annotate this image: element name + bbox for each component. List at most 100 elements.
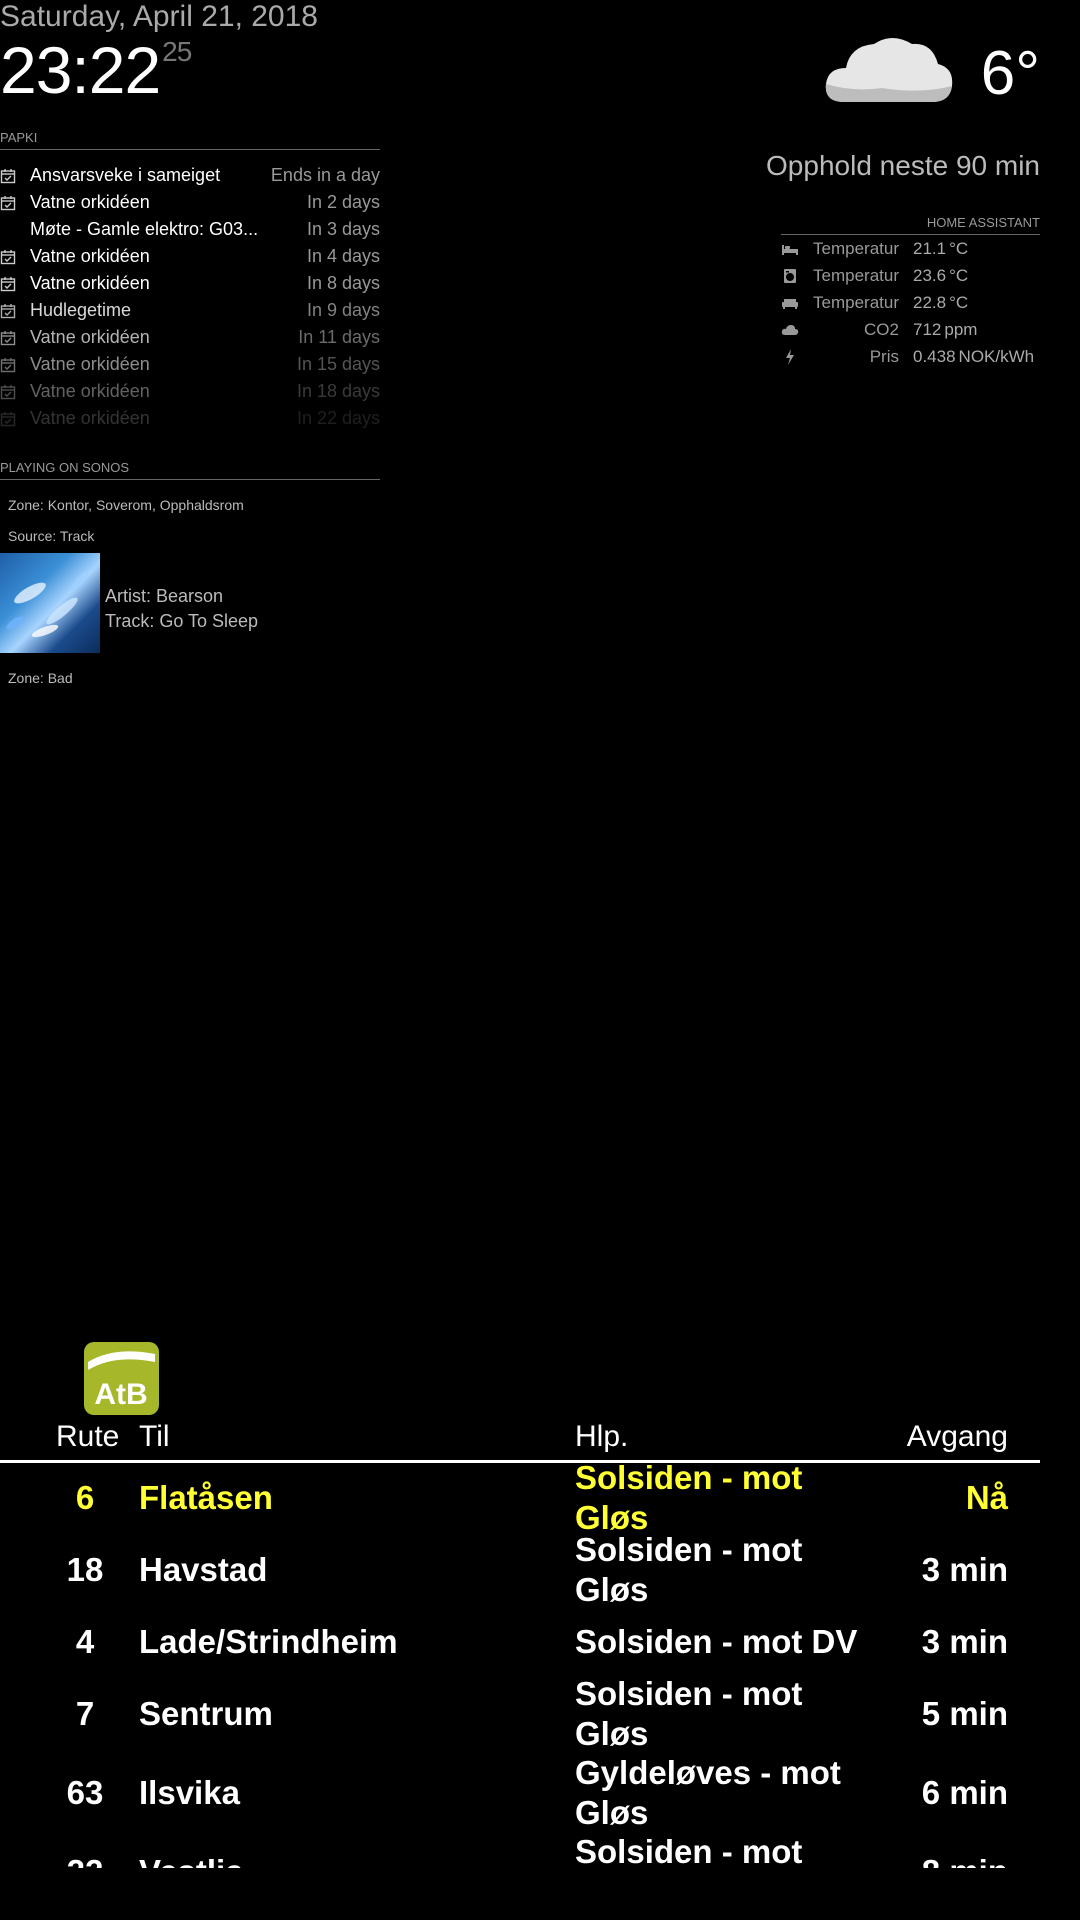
departure-stop: Solsiden - mot Gløs <box>575 1833 803 1868</box>
sensor-label: Temperatur <box>813 292 899 312</box>
calendar-list: Ansvarsveke i sameiget Ends in a day Vatne… <box>0 162 380 432</box>
departure-route: 18 <box>66 1551 104 1588</box>
departure-destination: Ilsvika <box>139 1774 240 1811</box>
departure-destination: Vestlia <box>139 1853 244 1868</box>
sensor-label: CO2 <box>864 319 899 339</box>
departure-stop: Solsiden - mot Gløs <box>575 1462 803 1536</box>
departure-row: 7 Sentrum Solsiden - mot Gløs 5 min <box>0 1675 1040 1752</box>
bed-icon <box>781 241 799 257</box>
departure-time: 6 min <box>921 1774 1008 1811</box>
header-destination: Til <box>139 1420 170 1453</box>
calendar-event-title: Vatne orkidéen <box>30 246 150 266</box>
departure-row: 22 Vestlia Solsiden - mot Gløs 8 min <box>0 1833 1040 1868</box>
departure-time: 3 min <box>921 1623 1008 1660</box>
calendar-event: Hudlegetime In 9 days <box>0 297 380 324</box>
calendar-event-time: In 15 days <box>296 354 380 374</box>
sensor-label: Pris <box>869 346 899 366</box>
departure-row: 6 Flatåsen Solsiden - mot Gløs Nå <box>0 1462 1040 1536</box>
departure-stop: Solsiden - mot Gløs <box>575 1531 803 1608</box>
calendar-event: Vatne orkidéen In 22 days <box>0 405 380 432</box>
departure-destination: Lade/Strindheim <box>139 1623 398 1660</box>
calendar-check-icon <box>0 276 16 292</box>
calendar-check-icon <box>0 357 16 373</box>
departure-table-header: Rute Til Hlp. Avgang <box>0 1420 1040 1463</box>
departure-time: 8 min <box>922 1853 1008 1868</box>
departure-row: 4 Lade/Strindheim Solsiden - mot DV 3 min <box>0 1606 1040 1678</box>
departure-destination: Sentrum <box>139 1695 273 1732</box>
sensor-unit: ppm <box>944 319 978 339</box>
home-assistant-sensors: Temperatur 21.1 °C Temperatur 23.6 °C Temperat… <box>781 235 1040 370</box>
atb-logo: AtB <box>84 1342 159 1415</box>
calendar-event-time: In 18 days <box>296 381 380 401</box>
calendar-check-icon <box>0 168 16 184</box>
sensor-unit: °C <box>949 292 969 312</box>
calendar-event: Ansvarsveke i sameiget Ends in a day <box>0 162 380 189</box>
calendar-event-title: Vatne orkidéen <box>30 327 150 347</box>
calendar-event-title: Hudlegetime <box>30 300 132 320</box>
sensor-label: Temperatur <box>813 238 899 258</box>
header-departure: Avgang <box>906 1420 1008 1453</box>
calendar-event: Vatne orkidéen In 2 days <box>0 189 380 216</box>
clock-seconds: 25 <box>162 36 192 67</box>
departure-stop: Solsiden - mot Gløs <box>575 1675 803 1752</box>
sensor-value: 23.6 <box>913 265 947 285</box>
calendar-check-icon <box>0 384 16 400</box>
sensor-value: 22.8 <box>913 292 947 312</box>
calendar-event: Vatne orkidéen In 18 days <box>0 378 380 405</box>
sensor-row: Temperatur 22.8 °C <box>781 289 1040 316</box>
album-art <box>0 553 100 653</box>
calendar-event: Vatne orkidéen In 15 days <box>0 351 380 378</box>
lightning-icon <box>781 348 799 365</box>
departure-destination: Havstad <box>139 1551 268 1588</box>
header-route: Rute <box>56 1420 120 1453</box>
clock-date: Saturday, April 21, 2018 <box>0 0 318 33</box>
calendar-event-title: Vatne orkidéen <box>30 354 150 374</box>
sensor-row: Temperatur 21.1 °C <box>781 235 1040 262</box>
departure-stop: Solsiden - mot DV <box>575 1623 858 1660</box>
sonos-zone-primary: Zone: Kontor, Soverom, Opphaldsrom <box>8 497 244 513</box>
sensor-value: 21.1 <box>913 238 947 258</box>
departure-table: 6 Flatåsen Solsiden - mot Gløs Nå 18 Havstad S… <box>0 1462 1040 1868</box>
calendar-event-time: In 9 days <box>306 300 380 320</box>
sensor-row: Pris 0.438 NOK/kWh <box>781 343 1040 370</box>
departure-row: 18 Havstad Solsiden - mot Gløs 3 min <box>0 1531 1040 1608</box>
calendar-check-icon <box>0 249 16 265</box>
clock-hours-minutes: 23:22 <box>0 33 161 107</box>
calendar-check-icon <box>0 195 16 211</box>
sensor-row: Temperatur 23.6 °C <box>781 262 1040 289</box>
calendar-event-time: Ends in a day <box>270 165 380 185</box>
cloud-icon <box>825 38 953 102</box>
departure-row: 63 Ilsvika Gyldeløves - mot Gløs 6 min <box>0 1750 1040 1836</box>
sensor-value: 712 <box>913 319 942 339</box>
cloud-icon <box>781 322 799 338</box>
calendar-event-time: In 2 days <box>306 192 380 212</box>
departure-route: 22 <box>40 1853 130 1868</box>
departure-time: Nå <box>965 1479 1008 1516</box>
sonos-track: Track: Go To Sleep <box>105 611 259 631</box>
calendar-event-title: Møte - Gamle elektro: G03... <box>30 219 259 239</box>
home-assistant-header: HOME ASSISTANT <box>781 215 1040 235</box>
calendar-check-icon <box>0 411 16 427</box>
sensor-label: Temperatur <box>813 265 899 285</box>
calendar-check-icon <box>0 303 16 319</box>
calendar-event-time: In 22 days <box>296 408 380 428</box>
sonos-source: Source: Track <box>8 528 95 544</box>
calendar-event: Vatne orkidéen In 4 days <box>0 243 380 270</box>
sensor-value: 0.438 <box>913 346 956 366</box>
weather-forecast: Opphold neste 90 min <box>766 150 1040 181</box>
calendar-event-time: In 8 days <box>306 273 380 293</box>
calendar-header: PAPKI <box>0 130 380 150</box>
calendar-event-title: Vatne orkidéen <box>30 273 150 293</box>
calendar-event-title: Ansvarsveke i sameiget <box>30 165 221 185</box>
calendar-event-title: Vatne orkidéen <box>30 408 150 428</box>
departure-stop: Gyldeløves - mot Gløs <box>575 1754 841 1831</box>
sofa-icon <box>781 295 799 311</box>
departure-route: 6 <box>75 1479 95 1516</box>
calendar-event-time: In 11 days <box>298 327 380 347</box>
no-icon <box>0 222 16 238</box>
sonos-zone-secondary: Zone: Bad <box>8 670 73 686</box>
sensor-unit: NOK/kWh <box>958 346 1035 366</box>
sonos-artist: Artist: Bearson <box>105 586 224 606</box>
calendar-event-time: In 3 days <box>306 219 380 239</box>
sensor-row: CO2 712 ppm <box>781 316 1040 343</box>
